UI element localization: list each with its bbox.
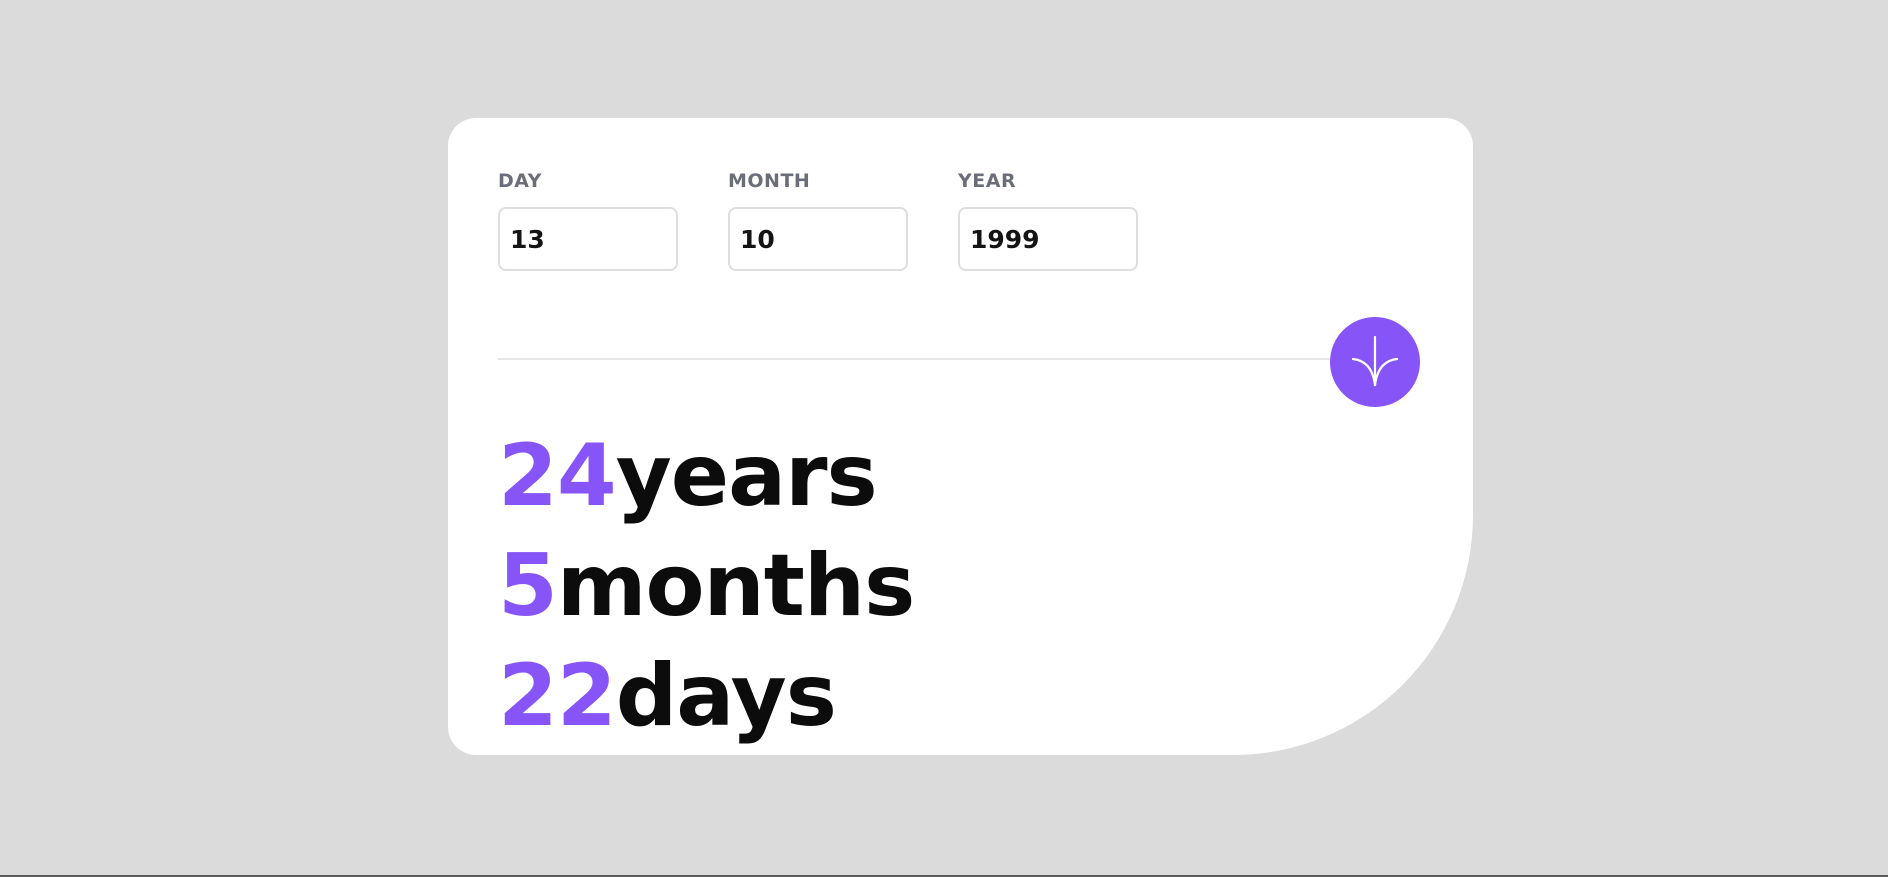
year-field: YEAR <box>958 170 1138 271</box>
year-label: YEAR <box>958 170 1017 192</box>
age-calculator-card: DAY MONTH YEAR 24years 5months 22days <box>448 118 1473 755</box>
years-unit: years <box>615 426 878 526</box>
page: { "form": { "day": { "label": "DAY", "va… <box>0 0 1888 877</box>
year-input[interactable] <box>958 207 1138 271</box>
day-input[interactable] <box>498 207 678 271</box>
months-unit: months <box>556 536 915 636</box>
months-value: 5 <box>498 536 558 636</box>
days-result: 22days <box>498 646 837 746</box>
years-result: 24years <box>498 426 878 526</box>
month-input[interactable] <box>728 207 908 271</box>
month-label: MONTH <box>728 170 811 192</box>
month-field: MONTH <box>728 170 908 271</box>
years-value: 24 <box>498 426 617 526</box>
day-field: DAY <box>498 170 678 271</box>
day-label: DAY <box>498 170 542 192</box>
days-value: 22 <box>498 646 617 746</box>
months-result: 5months <box>498 536 915 636</box>
divider <box>498 358 1418 360</box>
arrow-down-icon <box>1351 335 1399 387</box>
days-unit: days <box>615 646 837 746</box>
submit-button[interactable] <box>1330 317 1420 407</box>
